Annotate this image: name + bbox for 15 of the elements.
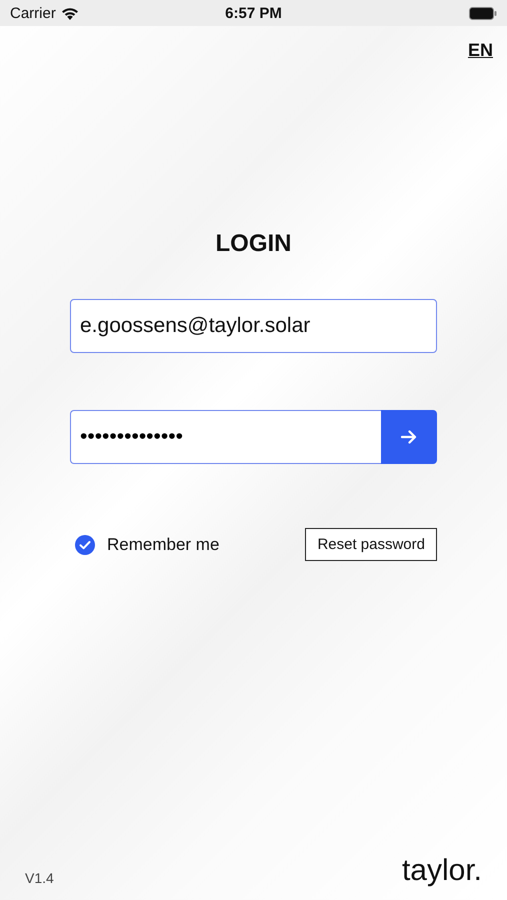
version-label: V1.4 xyxy=(25,870,54,886)
wifi-icon xyxy=(60,6,79,20)
password-field[interactable]: •••••••••••••• xyxy=(70,410,381,464)
carrier-label: Carrier xyxy=(10,4,56,22)
brand-logo: taylor. xyxy=(402,854,482,888)
battery-icon xyxy=(468,6,497,20)
language-link[interactable]: EN xyxy=(468,40,493,61)
remember-label: Remember me xyxy=(107,534,220,554)
arrow-icon xyxy=(401,430,417,444)
submit-button[interactable] xyxy=(381,410,437,464)
checkbox[interactable] xyxy=(75,534,95,554)
login-title: LOGIN xyxy=(214,229,292,259)
reset-password-button[interactable]: Reset password xyxy=(305,528,437,561)
email-field[interactable]: e.goossens@taylor.solar xyxy=(70,299,437,353)
status-time: 6:57 PM xyxy=(224,4,283,22)
